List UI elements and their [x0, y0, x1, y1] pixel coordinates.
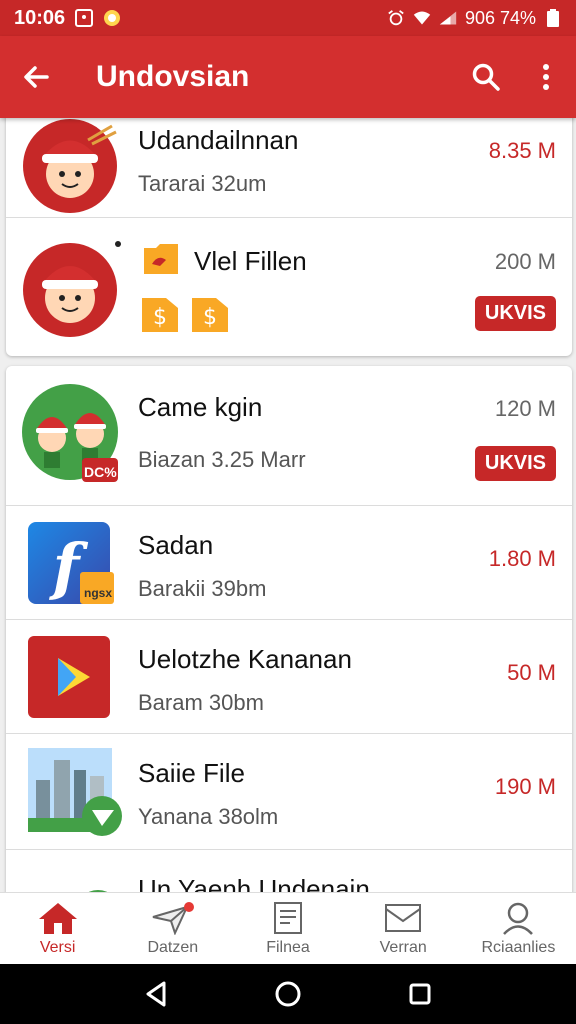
status-badge[interactable]: UKVIS — [474, 446, 556, 481]
image-thumbnail — [26, 746, 122, 838]
list-item[interactable]: Udandailnnan Tararai 32um 8.35 M — [6, 118, 572, 218]
nav-item-filnea[interactable]: Filnea — [230, 893, 345, 964]
more-vert-icon — [543, 64, 549, 90]
app-bar: Undovsian — [0, 36, 576, 118]
search-icon — [472, 63, 500, 91]
nav-item-versi[interactable]: Versi — [0, 893, 115, 964]
nav-label: Rciaanlies — [481, 938, 556, 956]
nav-item-rciaanlies[interactable]: Rciaanlies — [461, 893, 576, 964]
battery-text: 906 74% — [464, 7, 536, 28]
item-subtitle: Biazan 3.25 Marr — [138, 447, 306, 472]
nav-label: Versi — [39, 938, 76, 956]
app-icon: f ngsx — [26, 520, 116, 610]
inbox-icon — [385, 903, 422, 932]
card-group-1: Udandailnnan Tararai 32um 8.35 M Vlel Fi — [6, 118, 572, 356]
thumbnail-badge: DC% — [84, 464, 117, 480]
avatar: DC% — [22, 382, 118, 482]
list-item[interactable]: DC% Came kgin Biazan 3.25 Marr 120 M UKV… — [6, 366, 572, 506]
nav-label: Filnea — [266, 938, 310, 956]
notification-icon — [75, 9, 94, 27]
item-subtitle: Tararai 32um — [138, 171, 267, 196]
list-item[interactable]: f ngsx Sadan Barakii 39bm 1.80 M — [6, 506, 572, 620]
nav-label: Verran — [379, 938, 427, 956]
square-recents-icon — [409, 983, 431, 1005]
circle-home-icon — [275, 981, 301, 1007]
item-name: Vlel Fillen — [194, 246, 307, 276]
status-time: 10:06 — [14, 6, 66, 29]
nav-item-verran[interactable]: Verran — [346, 893, 461, 964]
system-back-button[interactable] — [136, 974, 176, 1014]
file-icon: $ — [192, 294, 228, 337]
item-size: 190 M — [494, 774, 556, 799]
list-item[interactable]: Saiie File Yanana 38olm 190 M — [6, 734, 572, 850]
item-subtitle: Baram 30bm — [138, 690, 264, 715]
person-icon — [503, 902, 534, 935]
search-button[interactable] — [456, 36, 516, 118]
nav-label: Datzen — [147, 938, 199, 956]
status-badge[interactable]: UKVIS — [474, 296, 556, 331]
plane-icon — [152, 901, 194, 935]
item-size: 8.35 M — [488, 138, 556, 163]
item-name: Sadan — [138, 530, 214, 560]
avatar — [22, 238, 121, 337]
document-icon — [274, 901, 302, 934]
item-subtitle: Barakii 39bm — [138, 576, 267, 601]
page-title: Undovsian — [96, 60, 250, 93]
system-home-button[interactable] — [268, 974, 308, 1014]
app-icon — [32, 872, 122, 892]
file-icon: $ — [142, 294, 178, 337]
list-item[interactable]: Uelotzhe Kananan Baram 30bm 50 M — [6, 620, 572, 734]
nav-item-datzen[interactable]: Datzen — [115, 893, 230, 964]
wifi-icon — [413, 9, 431, 27]
signal-icon — [439, 9, 457, 27]
item-name: Uelotzhe Kananan — [138, 644, 352, 674]
app-icon — [26, 634, 116, 724]
list-item[interactable]: Un Yaenh Undenain — [6, 850, 572, 892]
thumbnail-badge: ngsx — [84, 586, 113, 600]
battery-icon — [544, 9, 562, 27]
item-size: 120 M — [494, 396, 556, 421]
avatar — [22, 118, 118, 214]
triangle-back-icon — [146, 981, 166, 1007]
arrow-left-icon — [24, 66, 49, 88]
folder-icon — [142, 242, 180, 281]
item-size: 1.80 M — [488, 546, 556, 571]
overflow-menu-button[interactable] — [516, 36, 576, 118]
status-bar: 10:06 906 74% — [0, 0, 576, 36]
item-name: Un Yaenh Undenain — [138, 874, 370, 892]
item-name: Came kgin — [138, 392, 263, 422]
list-item[interactable]: Vlel Fillen $ $ 200 M UKVIS — [6, 218, 572, 356]
item-subtitle: Yanana 38olm — [138, 804, 279, 829]
coin-icon — [103, 9, 121, 27]
back-button[interactable] — [0, 36, 72, 118]
bottom-navigation: Versi Datzen Filnea Verran Rciaanlies — [0, 892, 576, 964]
card-group-2: DC% Came kgin Biazan 3.25 Marr 120 M UKV… — [6, 366, 572, 892]
system-recents-button[interactable] — [400, 974, 440, 1014]
svg-text:$: $ — [153, 305, 167, 330]
home-icon — [38, 902, 77, 934]
file-list[interactable]: Udandailnnan Tararai 32um 8.35 M Vlel Fi — [0, 118, 576, 892]
svg-text:$: $ — [203, 305, 217, 330]
item-size: 50 M — [507, 660, 556, 685]
item-size: 200 M — [494, 249, 556, 274]
system-navigation-bar — [0, 964, 576, 1024]
alarm-icon — [387, 9, 405, 27]
item-name: Saiie File — [138, 758, 245, 788]
item-name: Udandailnnan — [138, 125, 299, 155]
